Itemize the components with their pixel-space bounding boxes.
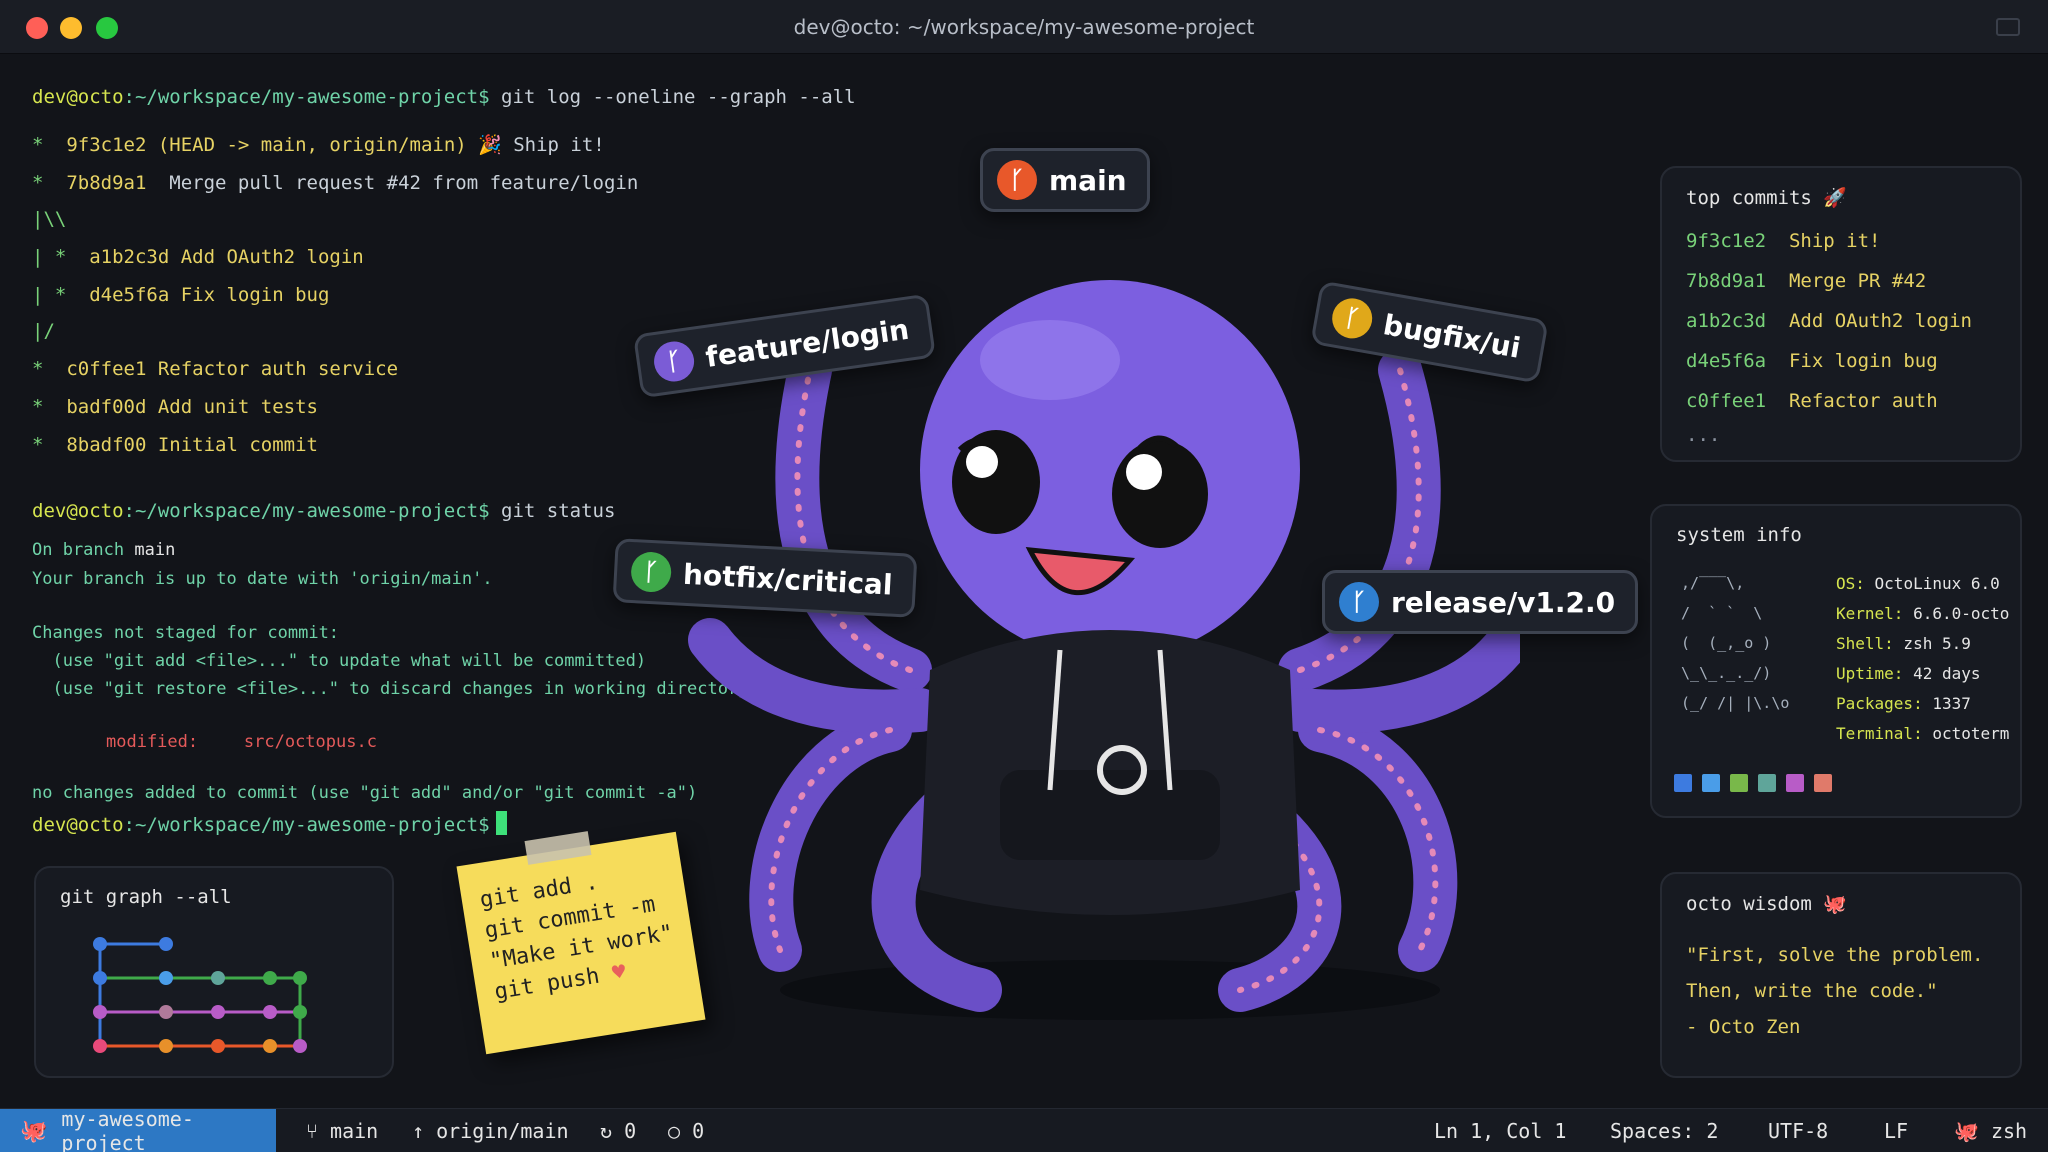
list-item[interactable]: a1b2c3d Add OAuth2 login: [1686, 310, 1972, 332]
log-line: | * a1b2c3d Add OAuth2 login: [32, 246, 364, 268]
sync-icon: ↻: [600, 1119, 613, 1143]
sys-info-row: Uptime: 42 days: [1836, 664, 1981, 683]
log-line: |/: [32, 320, 55, 342]
log-line: * c0ffee1 Refactor auth service: [32, 358, 399, 380]
wisdom-line: - Octo Zen: [1686, 1016, 1801, 1038]
sys-info-row: OS: OctoLinux 6.0: [1836, 574, 2000, 593]
status-bar: 🐙 my-awesome-project ⑂ main ↑ origin/mai…: [0, 1107, 2048, 1152]
branch-indicator[interactable]: ⑂ main: [306, 1119, 378, 1143]
encoding-setting[interactable]: UTF-8: [1768, 1119, 1828, 1143]
window-menu-icon[interactable]: [1996, 18, 2020, 36]
color-swatch: [1702, 774, 1720, 792]
sys-info-row: Packages: 1337: [1836, 694, 1971, 713]
circle-icon: ○: [668, 1119, 681, 1143]
git-graph-panel: git graph --all: [34, 866, 394, 1078]
sys-info-row: Kernel: 6.6.0-octo: [1836, 604, 2010, 623]
octopus-icon: 🐙: [1954, 1119, 1979, 1143]
log-line: |\\: [32, 208, 67, 230]
git-branch-icon: ᚴ: [1339, 582, 1379, 622]
log-line: * 9f3c1e2 (HEAD -> main, origin/main) 🎉 …: [32, 134, 605, 156]
text-cursor: [495, 811, 507, 835]
github-icon: 🐙: [20, 1118, 48, 1144]
arrow-up-icon: ↑: [412, 1119, 425, 1143]
prompt-line-2: dev@octo:~/workspace/my-awesome-project$…: [32, 500, 616, 522]
log-line: * badf00d Add unit tests: [32, 396, 318, 418]
sys-info-row: Shell: zsh 5.9: [1836, 634, 1971, 653]
list-item[interactable]: d4e5f6a Fix login bug: [1686, 350, 1938, 372]
octo-wisdom-panel: octo wisdom 🐙 "First, solve the problem.…: [1660, 872, 2022, 1078]
indent-setting[interactable]: Spaces: 2: [1610, 1119, 1718, 1143]
cursor-position[interactable]: Ln 1, Col 1: [1434, 1119, 1566, 1143]
panel-title: octo wisdom 🐙: [1686, 893, 1847, 915]
issue-count[interactable]: ○ 0: [668, 1119, 704, 1143]
window-title: dev@octo: ~/workspace/my-awesome-project: [793, 15, 1255, 39]
log-line: * 8badf00 Initial commit: [32, 434, 318, 456]
git-branch-icon: ᚴ: [651, 338, 697, 385]
top-commits-panel: top commits 🚀 9f3c1e2 Ship it! 7b8d9a1 M…: [1660, 166, 2022, 462]
prompt-path: :~/workspace/my-awesome-project$: [123, 86, 490, 108]
heart-icon: ♥: [610, 959, 628, 987]
git-branch-icon: ᚴ: [1329, 295, 1376, 342]
prompt-line-3[interactable]: dev@octo:~/workspace/my-awesome-project$: [32, 806, 507, 844]
sync-count[interactable]: ↻ 0: [600, 1119, 636, 1143]
sticky-note: git add . git commit -m "Make it work" g…: [456, 831, 706, 1055]
terminal-window: dev@octo: ~/workspace/my-awesome-project…: [0, 0, 2048, 1152]
branch-badge-main: ᚴ main: [980, 148, 1150, 212]
eol-setting[interactable]: LF: [1884, 1119, 1908, 1143]
color-swatch: [1814, 774, 1832, 792]
title-bar: dev@octo: ~/workspace/my-awesome-project: [0, 0, 2048, 54]
list-item[interactable]: c0ffee1 Refactor auth: [1686, 390, 1938, 412]
branch-badge-release: ᚴ release/v1.2.0: [1322, 570, 1639, 634]
panel-title: system info: [1676, 524, 1802, 546]
system-info-panel: system info ,/‾‾‾\, / ` ` \ ( (_,_o ) \_…: [1650, 504, 2022, 818]
color-swatch: [1730, 774, 1748, 792]
log-line: * 7b8d9a1 Merge pull request #42 from fe…: [32, 172, 639, 194]
wisdom-line: Then, write the code.": [1686, 980, 1938, 1002]
panel-title: git graph --all: [60, 886, 232, 908]
command-text: git log --oneline --graph --all: [501, 86, 856, 108]
prompt-line-1: dev@octo:~/workspace/my-awesome-project$…: [32, 78, 856, 116]
wisdom-line: "First, solve the problem.: [1686, 944, 1984, 966]
git-branch-icon: ᚴ: [997, 160, 1037, 200]
git-branch-icon: ⑂: [306, 1119, 318, 1143]
panel-title: top commits 🚀: [1686, 187, 1847, 209]
more-indicator: ...: [1686, 424, 1721, 446]
list-item[interactable]: 9f3c1e2 Ship it!: [1686, 230, 1880, 252]
color-swatch: [1674, 774, 1692, 792]
git-graph-diagram: [93, 937, 307, 1053]
color-swatch: [1758, 774, 1776, 792]
status-modified: modified: src/octopus.c: [106, 732, 377, 752]
ascii-logo: ,/‾‾‾\, / ` ` \ ( (_,_o ) \_\_._._/) (_/…: [1672, 574, 1790, 712]
sys-info-row: Terminal: octoterm: [1836, 724, 2010, 743]
status-hint: (use "git restore <file>..." to discard …: [32, 679, 759, 699]
color-swatch: [1786, 774, 1804, 792]
prompt-user: dev@octo: [32, 86, 124, 108]
status-uptodate: Your branch is up to date with 'origin/m…: [32, 569, 493, 589]
log-line: | * d4e5f6a Fix login bug: [32, 284, 330, 306]
shell-indicator[interactable]: 🐙 zsh: [1954, 1119, 2027, 1143]
project-button[interactable]: 🐙 my-awesome-project: [0, 1107, 276, 1152]
git-branch-icon: ᚴ: [630, 551, 673, 594]
list-item[interactable]: 7b8d9a1 Merge PR #42: [1686, 270, 1926, 292]
remote-indicator[interactable]: ↑ origin/main: [412, 1119, 569, 1143]
